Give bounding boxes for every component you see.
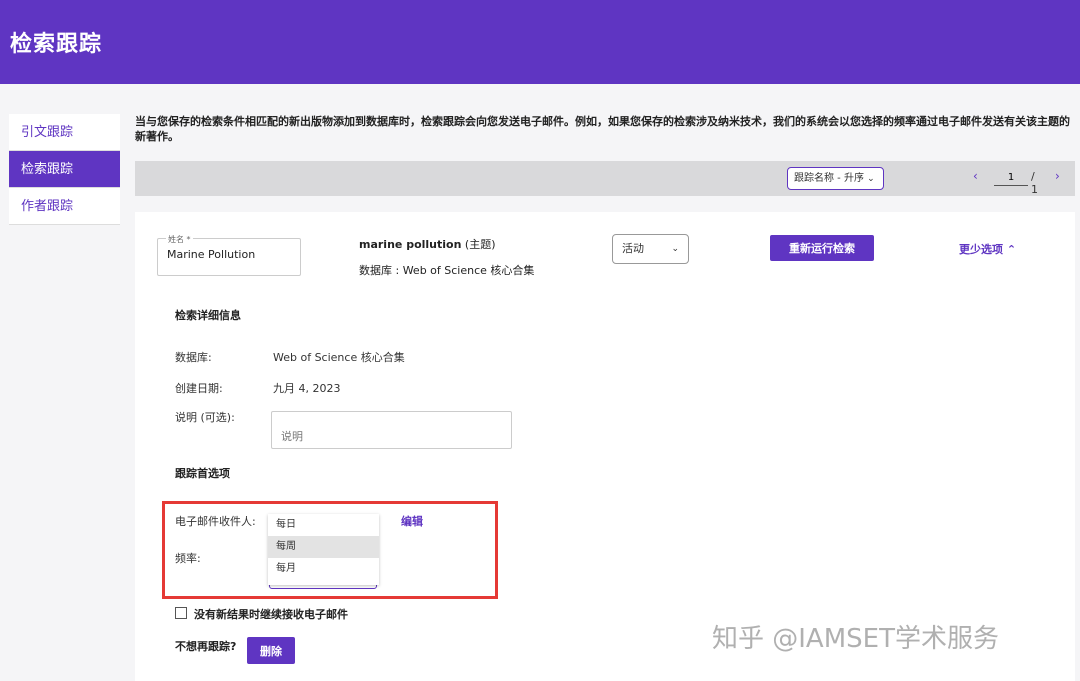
frequency-option-weekly[interactable]: 每周 (268, 536, 379, 558)
sort-select[interactable]: 跟踪名称 - 升序 ⌄ (787, 167, 884, 190)
rerun-search-button[interactable]: 重新运行检索 (770, 235, 874, 261)
sidebar-item-author-alert[interactable]: 作者跟踪 (9, 188, 120, 225)
query-database: 数据库 : Web of Science 核心合集 (359, 264, 535, 277)
sidebar-item-search-alert[interactable]: 检索跟踪 (9, 151, 120, 188)
no-results-email-checkbox[interactable] (175, 607, 187, 619)
email-recipient-label: 电子邮件收件人: (175, 515, 256, 528)
query-summary: marine pollution (主题) 数据库 : Web of Scien… (359, 236, 534, 278)
page-header: 检索跟踪 (0, 0, 1080, 84)
next-page-icon[interactable]: › (1055, 169, 1060, 183)
untrack-label: 不想再跟踪? (175, 640, 237, 653)
edit-email-link[interactable]: 编辑 (401, 513, 423, 529)
search-details-title: 检索详细信息 (175, 309, 241, 322)
prev-page-icon[interactable]: ‹ (973, 169, 978, 183)
toolbar: 跟踪名称 - 升序 ⌄ ‹ / 1 › (135, 161, 1075, 196)
alert-preferences-title: 跟踪首选项 (175, 467, 230, 480)
description-input[interactable]: 说明 (271, 411, 512, 449)
alert-name-value: Marine Pollution (167, 248, 256, 261)
status-select[interactable]: 活动 ⌄ (612, 234, 689, 264)
query-term: marine pollution (359, 238, 462, 251)
frequency-label: 频率: (175, 552, 201, 565)
page-title: 检索跟踪 (10, 32, 103, 57)
delete-alert-button[interactable]: 删除 (247, 637, 295, 664)
alert-card: 姓名 * Marine Pollution marine pollution (… (135, 212, 1075, 681)
frequency-option-daily[interactable]: 每日 (268, 514, 379, 536)
sidebar-item-citation-alert[interactable]: 引文跟踪 (9, 114, 120, 151)
frequency-option-monthly[interactable]: 每月 (268, 558, 379, 580)
fewer-options-link[interactable]: 更少选项 ⌃ (959, 241, 1016, 257)
no-results-email-label: 没有新结果时继续接收电子邮件 (194, 608, 348, 621)
sidebar: 引文跟踪 检索跟踪 作者跟踪 (9, 114, 120, 225)
alert-name-field[interactable]: 姓名 * Marine Pollution (157, 234, 301, 276)
status-select-value: 活动 (622, 242, 644, 255)
created-date-value: 九月 4, 2023 (273, 382, 341, 395)
alert-name-label: 姓名 * (166, 234, 193, 245)
sort-select-label: 跟踪名称 - 升序 (794, 173, 864, 184)
chevron-down-icon: ⌄ (867, 174, 875, 184)
created-date-label: 创建日期: (175, 382, 223, 395)
page-number-input[interactable] (994, 169, 1028, 186)
frequency-dropdown: 每日 每周 每月 (268, 514, 379, 585)
description-label: 说明 (可选): (175, 411, 235, 424)
query-type: (主题) (461, 238, 496, 251)
watermark: 知乎 @IAMSET学术服务 (712, 624, 999, 654)
page-total: / 1 (1031, 170, 1038, 196)
intro-text: 当与您保存的检索条件相匹配的新出版物添加到数据库时，检索跟踪会向您发送电子邮件。… (135, 115, 1070, 143)
database-label: 数据库: (175, 351, 212, 364)
database-value: Web of Science 核心合集 (273, 351, 405, 364)
chevron-down-icon: ⌄ (671, 244, 679, 254)
